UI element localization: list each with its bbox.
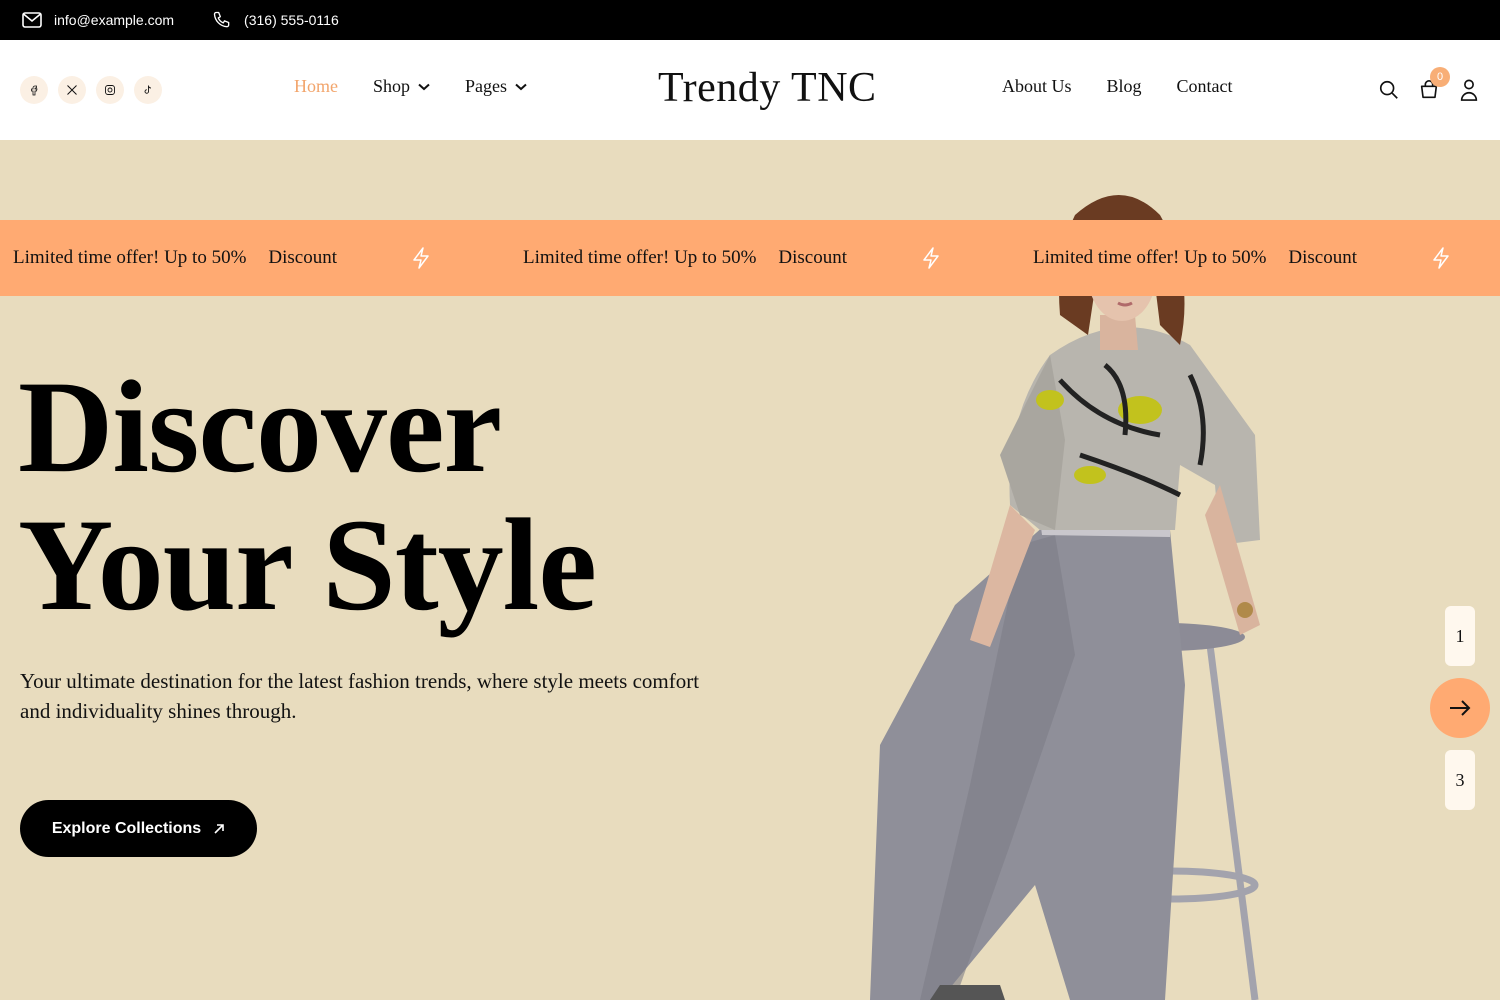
explore-collections-label: Explore Collections (51, 819, 202, 837)
nav-shop[interactable]: Shop (373, 76, 430, 97)
arrow-right-icon (1450, 700, 1471, 716)
phone-contact[interactable]: (316) 555-0116 (212, 10, 339, 30)
nav-about-us[interactable]: About Us (1002, 76, 1072, 97)
marquee-discount-text: Discount (778, 247, 848, 268)
tiktok-icon[interactable] (134, 76, 162, 104)
site-logo[interactable]: Trendy TNC (658, 64, 877, 112)
top-bar: info@example.com (316) 555-0116 (0, 0, 1500, 40)
marquee-item: Limited time offer! Up to 50% Discount (1020, 247, 1500, 269)
header-actions: 0 (1378, 67, 1498, 102)
marquee-discount-text: Discount (1288, 247, 1358, 268)
marquee-discount-text: Discount (268, 247, 338, 268)
phone-icon (213, 11, 230, 28)
marquee-offer-text: Limited time offer! Up to 50% (13, 247, 247, 268)
email-text: info@example.com (54, 12, 175, 28)
nav-pages-label: Pages (465, 76, 508, 96)
marquee-item: Limited time offer! Up to 50% Discount (510, 247, 1020, 269)
chevron-down-icon (515, 83, 527, 90)
instagram-icon[interactable] (96, 76, 124, 104)
lightning-icon (923, 247, 940, 269)
marquee-offer-text: Limited time offer! Up to 50% (523, 247, 757, 268)
promo-marquee: Limited time offer! Up to 50% Discount L… (0, 220, 1500, 296)
nav-about-label: About Us (1002, 76, 1072, 96)
slide-1-button[interactable]: 1 (1445, 606, 1475, 666)
nav-home[interactable]: Home (294, 76, 338, 97)
nav-blog[interactable]: Blog (1107, 76, 1142, 97)
next-slide-button[interactable] (1430, 678, 1490, 738)
primary-nav-left: Home Shop Pages (294, 76, 562, 97)
nav-pages[interactable]: Pages (465, 76, 527, 97)
nav-contact-label: Contact (1176, 76, 1233, 96)
site-header: Home Shop Pages Trendy TNC About Us Blog… (0, 40, 1500, 140)
x-twitter-icon[interactable] (58, 76, 86, 104)
nav-blog-label: Blog (1106, 76, 1142, 96)
user-account-icon[interactable] (1458, 78, 1480, 102)
chevron-down-icon (418, 83, 430, 90)
mail-icon (22, 12, 42, 28)
arrow-up-right-icon (214, 823, 224, 834)
nav-shop-label: Shop (373, 76, 411, 96)
lightning-icon (1433, 247, 1450, 269)
lightning-icon (413, 247, 430, 269)
search-icon[interactable] (1378, 79, 1400, 101)
nav-contact[interactable]: Contact (1177, 76, 1233, 97)
nav-home-label: Home (294, 76, 338, 96)
marquee-offer-text: Limited time offer! Up to 50% (1033, 247, 1267, 268)
hero-title: Discover Your Style (18, 353, 597, 638)
slide-3-button[interactable]: 3 (1445, 750, 1475, 810)
hero-title-line-1: Discover (18, 353, 502, 500)
explore-collections-button[interactable]: Explore Collections (20, 800, 257, 857)
phone-text: (316) 555-0116 (244, 12, 339, 28)
slider-pagination: 1 3 (1430, 606, 1490, 810)
facebook-icon[interactable] (20, 76, 48, 104)
email-contact[interactable]: info@example.com (22, 12, 174, 28)
social-links (20, 76, 172, 104)
hero-model-image (870, 195, 1260, 1000)
cart-count-badge: 0 (1430, 67, 1450, 87)
hero-subtitle: Your ultimate destination for the latest… (20, 669, 700, 723)
cart-icon[interactable]: 0 (1418, 67, 1450, 101)
hero-title-line-2: Your Style (18, 491, 597, 638)
marquee-item: Limited time offer! Up to 50% Discount (0, 247, 510, 269)
primary-nav-right: About Us Blog Contact (1002, 76, 1268, 97)
